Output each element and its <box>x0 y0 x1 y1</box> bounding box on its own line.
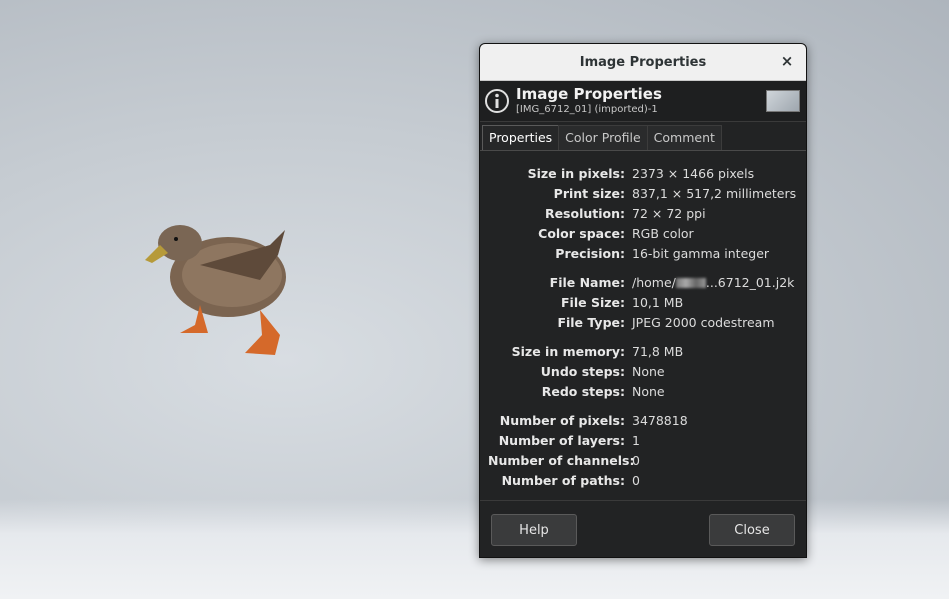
prop-label: File Name: <box>549 274 625 290</box>
prop-label: Number of pixels: <box>499 412 625 428</box>
prop-label: Number of channels: <box>488 452 635 468</box>
prop-row-file-type: File Type: JPEG 2000 codestream <box>488 312 798 332</box>
header-title: Image Properties <box>516 85 662 103</box>
file-path-suffix: ...6712_01.j2k <box>705 274 795 290</box>
prop-value: 10,1 MB <box>632 294 684 310</box>
close-icon[interactable]: × <box>776 50 798 72</box>
tab-color-profile[interactable]: Color Profile <box>558 125 648 150</box>
tab-properties[interactable]: Properties <box>482 125 560 150</box>
dialog-header: Image Properties [IMG_6712_01] (imported… <box>480 81 806 122</box>
prop-label: Size in memory: <box>511 343 625 359</box>
image-thumbnail <box>766 90 800 112</box>
prop-value: None <box>632 383 665 399</box>
prop-row-file-name: File Name: /home/ ...6712_01.j2k <box>488 272 798 292</box>
close-button[interactable]: Close <box>709 514 795 546</box>
prop-label: Number of paths: <box>501 472 625 488</box>
prop-row-precision: Precision: 16-bit gamma integer <box>488 243 798 263</box>
prop-value: 16-bit gamma integer <box>632 245 770 261</box>
prop-label: Undo steps: <box>540 363 625 379</box>
image-properties-dialog: Image Properties × Image Properties [IMG… <box>479 43 807 558</box>
prop-row-number-of-pixels: Number of pixels: 3478818 <box>488 410 798 430</box>
image-name: [IMG_6712_01] (imported)-1 <box>516 104 658 115</box>
prop-label: Print size: <box>553 185 625 201</box>
prop-row-size-in-pixels: Size in pixels: 2373 × 1466 pixels <box>488 163 798 183</box>
prop-value: JPEG 2000 codestream <box>632 314 775 330</box>
info-icon <box>485 89 509 113</box>
prop-label: File Size: <box>561 294 625 310</box>
dialog-title: Image Properties <box>579 54 707 70</box>
prop-row-undo-steps: Undo steps: None <box>488 361 798 381</box>
prop-label: Color space: <box>538 225 625 241</box>
prop-row-number-of-layers: Number of layers: 1 <box>488 430 798 450</box>
prop-value: 3478818 <box>632 412 688 428</box>
prop-label: Number of layers: <box>498 432 625 448</box>
prop-value: /home/ ...6712_01.j2k <box>632 275 794 290</box>
prop-value: None <box>632 363 665 379</box>
prop-value: 0 <box>632 452 640 468</box>
prop-row-size-in-memory: Size in memory: 71,8 MB <box>488 341 798 361</box>
prop-value: 837,1 × 517,2 millimeters <box>632 185 797 201</box>
dialog-titlebar: Image Properties × <box>480 44 806 81</box>
prop-label: Resolution: <box>544 205 625 221</box>
prop-value: 71,8 MB <box>632 343 684 359</box>
prop-label: Precision: <box>555 245 625 261</box>
prop-value: 2373 × 1466 pixels <box>632 165 755 181</box>
file-path-prefix: /home/ <box>632 274 676 290</box>
dialog-footer: Help Close <box>480 500 806 557</box>
prop-row-number-of-paths: Number of paths: 0 <box>488 470 798 490</box>
prop-label: Size in pixels: <box>527 165 625 181</box>
tab-bar: Properties Color Profile Comment <box>480 124 806 151</box>
duck-image <box>145 225 286 355</box>
prop-label: File Type: <box>557 314 625 330</box>
prop-row-resolution: Resolution: 72 × 72 ppi <box>488 203 798 223</box>
prop-value: 72 × 72 ppi <box>632 205 706 221</box>
prop-row-file-size: File Size: 10,1 MB <box>488 292 798 312</box>
tab-comment[interactable]: Comment <box>646 125 722 150</box>
properties-panel: Size in pixels: 2373 × 1466 pixels Print… <box>480 151 806 490</box>
prop-row-print-size: Print size: 837,1 × 517,2 millimeters <box>488 183 798 203</box>
prop-value: RGB color <box>632 225 694 241</box>
help-button[interactable]: Help <box>491 514 577 546</box>
redacted-path <box>675 278 706 288</box>
prop-label: Redo steps: <box>541 383 625 399</box>
prop-value: 0 <box>632 472 640 488</box>
prop-row-color-space: Color space: RGB color <box>488 223 798 243</box>
prop-row-number-of-channels: Number of channels: 0 <box>488 450 798 470</box>
prop-row-redo-steps: Redo steps: None <box>488 381 798 401</box>
prop-value: 1 <box>632 432 640 448</box>
